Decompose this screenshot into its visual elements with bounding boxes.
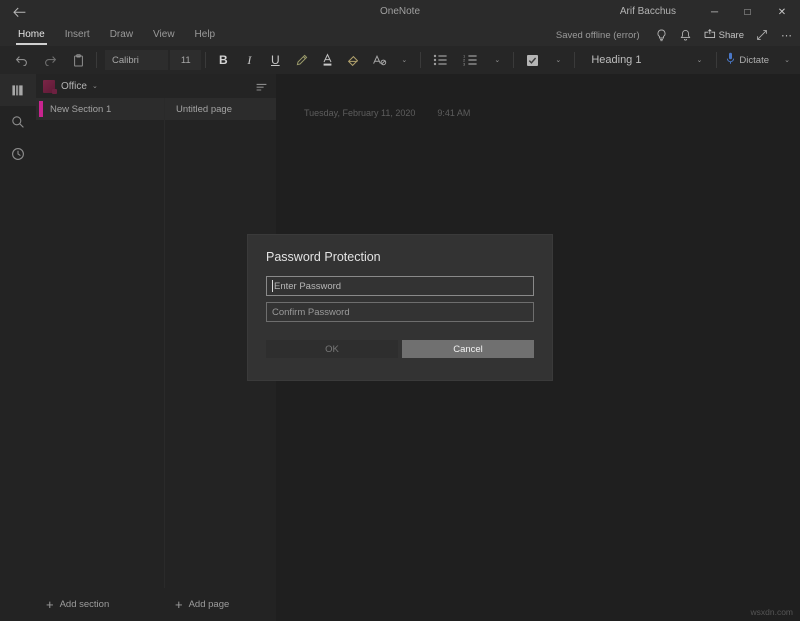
notebook-name: Office	[61, 80, 87, 92]
dictate-label: Dictate	[739, 54, 769, 66]
page-label: Untitled page	[176, 103, 232, 115]
tab-draw[interactable]: Draw	[100, 24, 143, 46]
italic-button[interactable]: I	[236, 46, 262, 74]
chevron-down-icon[interactable]: ⌄	[392, 46, 416, 74]
chevron-down-icon[interactable]: ⌄	[546, 46, 570, 74]
underline-button[interactable]: U	[262, 46, 288, 74]
notebook-header[interactable]: Office ⌄	[36, 74, 276, 98]
todo-checkbox-icon[interactable]	[518, 46, 546, 74]
onenote-window: OneNote Arif Bacchus ─ □ ✕ Home Insert D…	[0, 0, 800, 621]
enter-password-placeholder: Enter Password	[274, 280, 342, 292]
ink-color-icon[interactable]	[340, 46, 366, 74]
share-label: Share	[718, 29, 744, 41]
redo-icon[interactable]	[36, 46, 64, 74]
bell-icon[interactable]	[674, 24, 698, 46]
numbered-list-icon[interactable]: 123	[455, 46, 485, 74]
font-color-icon[interactable]	[314, 46, 340, 74]
chevron-down-icon[interactable]: ⌄	[485, 46, 509, 74]
confirm-password-placeholder: Confirm Password	[272, 306, 350, 318]
add-page-button[interactable]: + Add page	[164, 588, 276, 621]
section-color-bar	[39, 101, 43, 117]
text-cursor	[272, 280, 273, 292]
password-protection-dialog: Password Protection Enter Password Confi…	[248, 235, 552, 380]
recent-icon[interactable]	[0, 138, 36, 170]
toolbar-divider	[574, 52, 576, 68]
toolbar-divider	[513, 52, 515, 68]
dictate-button[interactable]: Dictate	[721, 49, 774, 71]
page-item[interactable]: Untitled page	[165, 98, 276, 120]
sort-icon[interactable]	[256, 80, 267, 98]
window-controls: ─ □ ✕	[698, 0, 800, 24]
section-label: New Section 1	[50, 103, 112, 115]
ok-button[interactable]: OK	[266, 340, 398, 358]
title-bar: OneNote Arif Bacchus ─ □ ✕	[0, 0, 800, 24]
bulleted-list-icon[interactable]	[425, 46, 455, 74]
dialog-title: Password Protection	[266, 250, 381, 264]
clear-formatting-icon[interactable]	[366, 46, 392, 74]
chevron-down-icon[interactable]: ⌄	[774, 46, 800, 74]
back-arrow-icon[interactable]	[0, 0, 38, 24]
add-section-button[interactable]: + Add section	[36, 588, 164, 621]
svg-text:3: 3	[463, 62, 466, 66]
save-status-text: Saved offline (error)	[555, 29, 640, 41]
microphone-icon	[726, 52, 735, 68]
ribbon-toolbar: Calibri 11 B I U ⌄ 123 ⌄ ⌄ Heading 1 ⌄ D…	[0, 46, 800, 74]
enter-password-input[interactable]: Enter Password	[266, 276, 534, 296]
left-icon-rail	[0, 74, 36, 621]
highlighter-icon[interactable]	[288, 46, 314, 74]
plus-icon: +	[46, 597, 54, 612]
toolbar-divider	[96, 52, 97, 68]
undo-icon[interactable]	[8, 46, 36, 74]
add-section-label: Add section	[59, 599, 110, 610]
tab-insert[interactable]: Insert	[55, 24, 100, 46]
share-icon	[704, 28, 716, 42]
tab-home[interactable]: Home	[8, 24, 55, 46]
paragraph-style-dropdown[interactable]: Heading 1	[581, 49, 686, 71]
window-title: OneNote	[379, 6, 421, 17]
add-bar: + Add section + Add page	[36, 588, 276, 621]
toolbar-divider	[716, 52, 718, 68]
page-time[interactable]: 9:41 AM	[437, 108, 470, 118]
tab-help[interactable]: Help	[185, 24, 226, 46]
chevron-down-icon[interactable]: ⌄	[686, 46, 712, 74]
close-button[interactable]: ✕	[764, 0, 800, 24]
ribbon-tab-bar: Home Insert Draw View Help Saved offline…	[0, 24, 800, 46]
watermark: wsxdn.com	[750, 607, 793, 617]
ribbon-right-controls: Saved offline (error) Share ⋯	[556, 24, 800, 46]
share-button[interactable]: Share	[698, 24, 750, 46]
minimize-button[interactable]: ─	[698, 0, 731, 24]
bold-button[interactable]: B	[210, 46, 236, 74]
lightbulb-icon[interactable]	[650, 24, 674, 46]
notebook-icon	[43, 79, 57, 94]
notebooks-icon[interactable]	[0, 74, 36, 106]
toolbar-divider	[205, 52, 207, 68]
sections-list: New Section 1	[36, 98, 164, 588]
font-name-input[interactable]: Calibri	[105, 50, 169, 70]
tab-view[interactable]: View	[143, 24, 185, 46]
toolbar-divider	[420, 52, 422, 68]
page-date[interactable]: Tuesday, February 11, 2020	[304, 108, 415, 118]
font-size-input[interactable]: 11	[170, 50, 202, 70]
account-name[interactable]: Arif Bacchus	[620, 0, 676, 24]
chevron-down-icon: ⌄	[91, 83, 98, 90]
maximize-button[interactable]: □	[731, 0, 764, 24]
cancel-button[interactable]: Cancel	[402, 340, 534, 358]
add-page-label: Add page	[188, 599, 230, 610]
confirm-password-input[interactable]: Confirm Password	[266, 302, 534, 322]
clipboard-icon[interactable]	[64, 46, 92, 74]
more-options-icon[interactable]: ⋯	[774, 24, 800, 46]
expand-icon[interactable]	[750, 24, 774, 46]
section-item[interactable]: New Section 1	[36, 98, 164, 120]
search-icon[interactable]	[0, 106, 36, 138]
page-metadata: Tuesday, February 11, 2020 9:41 AM	[304, 108, 470, 118]
plus-icon: +	[175, 597, 183, 612]
